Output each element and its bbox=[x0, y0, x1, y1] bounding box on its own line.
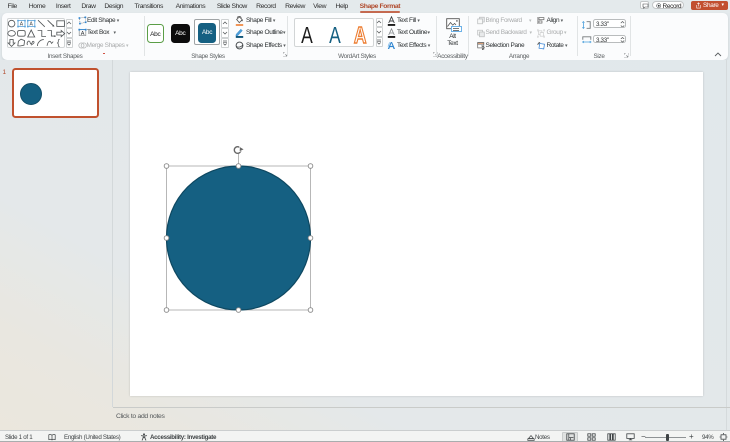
svg-text:A: A bbox=[81, 31, 85, 37]
